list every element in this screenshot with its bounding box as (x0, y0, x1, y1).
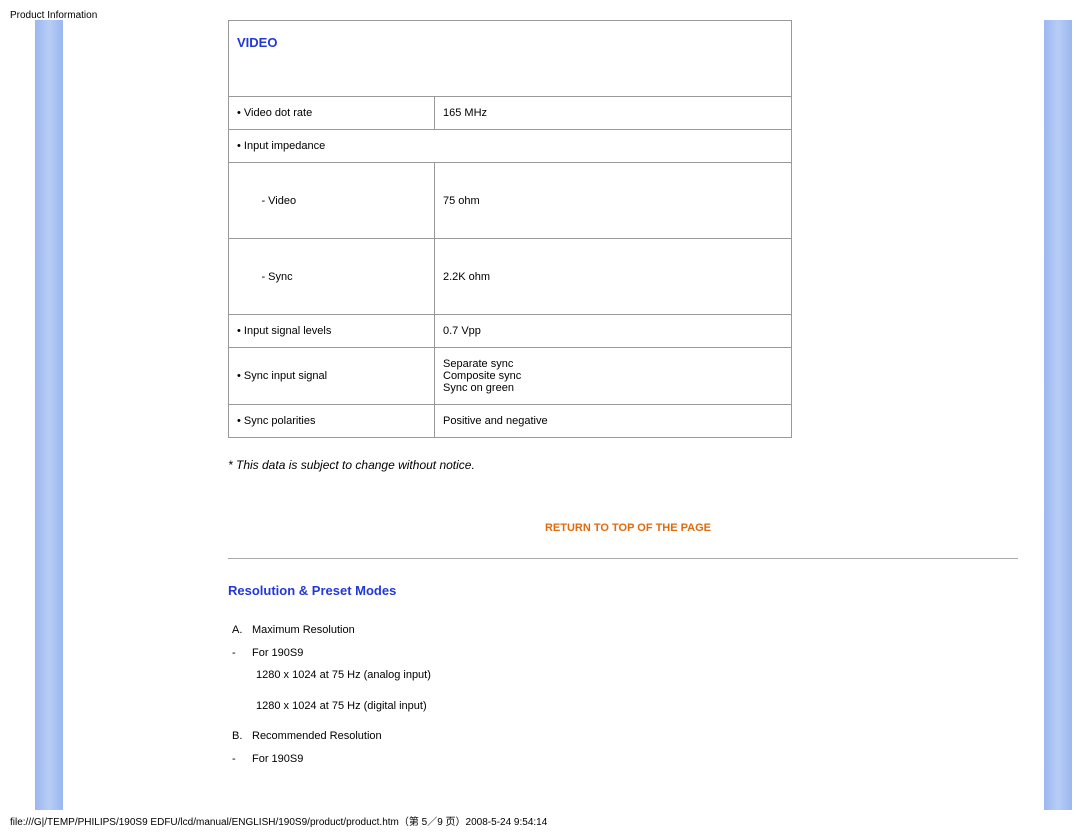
video-section-title: VIDEO (229, 21, 792, 97)
list-marker: - (228, 751, 252, 768)
resolution-section-title: Resolution & Preset Modes (228, 583, 1028, 598)
list-text: For 190S9 (252, 645, 1028, 662)
spec-label: • Input impedance (229, 130, 792, 163)
spec-label: • Video dot rate (229, 97, 435, 130)
spec-value: 0.7 Vpp (435, 315, 792, 348)
page-footer: file:///G|/TEMP/PHILIPS/190S9 EDFU/lcd/m… (10, 813, 547, 828)
list-data: 1280 x 1024 at 75 Hz (digital input) (228, 698, 1028, 715)
spec-label: - Sync (229, 239, 435, 315)
spec-value: 165 MHz (435, 97, 792, 130)
list-item: A. Maximum Resolution (228, 622, 1028, 639)
list-text: For 190S9 (252, 751, 1028, 768)
spec-label: • Sync polarities (229, 405, 435, 438)
list-data: 1280 x 1024 at 75 Hz (analog input) (228, 667, 1028, 684)
left-decorative-bar (35, 20, 63, 810)
spec-label: • Input signal levels (229, 315, 435, 348)
resolution-list: A. Maximum Resolution - For 190S9 1280 x… (228, 622, 1028, 767)
list-item: B. Recommended Resolution (228, 728, 1028, 745)
list-marker: A. (228, 622, 252, 639)
list-text: Maximum Resolution (252, 622, 1028, 639)
return-link-container: RETURN TO TOP OF THE PAGE (228, 522, 1028, 534)
list-marker: B. (228, 728, 252, 745)
disclaimer-text: * This data is subject to change without… (228, 458, 1028, 472)
spec-value: Separate sync Composite sync Sync on gre… (435, 348, 792, 405)
spec-label: • Sync input signal (229, 348, 435, 405)
return-to-top-link[interactable]: RETURN TO TOP OF THE PAGE (545, 522, 711, 534)
spec-value: 75 ohm (435, 163, 792, 239)
spec-value: 2.2K ohm (435, 239, 792, 315)
list-item: - For 190S9 (228, 645, 1028, 662)
main-content: VIDEO • Video dot rate 165 MHz • Input i… (228, 20, 1028, 773)
right-decorative-bar (1044, 20, 1072, 810)
spec-value: Positive and negative (435, 405, 792, 438)
list-item: - For 190S9 (228, 751, 1028, 768)
video-spec-table: VIDEO • Video dot rate 165 MHz • Input i… (228, 20, 792, 438)
spec-label: - Video (229, 163, 435, 239)
list-marker: - (228, 645, 252, 662)
list-text: Recommended Resolution (252, 728, 1028, 745)
section-divider (228, 558, 1018, 559)
